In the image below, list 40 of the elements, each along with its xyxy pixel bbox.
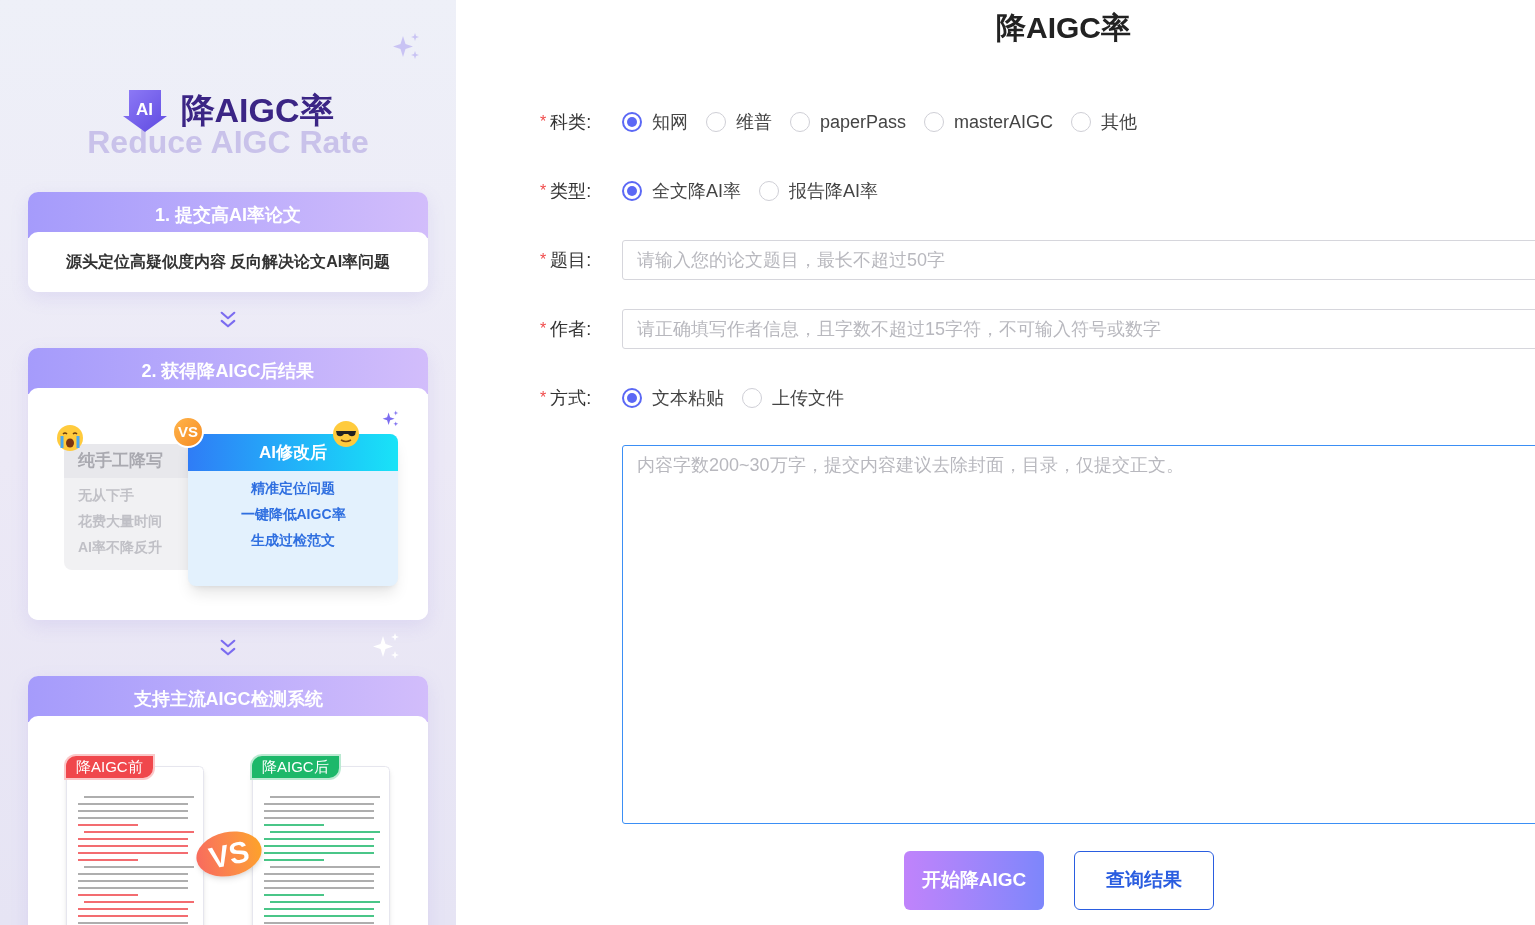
required-asterisk: * [540, 319, 547, 339]
radio-option[interactable]: 上传文件 [742, 384, 844, 412]
step-description: 源头定位高疑似度内容 反向解决论文AI率问题 [28, 232, 428, 292]
radio-option[interactable]: 其他 [1071, 108, 1138, 136]
ai-point: 精准定位问题 [250, 479, 336, 497]
radio-option[interactable]: 维普 [706, 108, 772, 136]
chevron-down-icon [219, 311, 237, 329]
radio-option[interactable]: masterAIGC [924, 108, 1054, 136]
field-label: 作者: [550, 317, 592, 341]
radio-option[interactable]: paperPass [790, 108, 907, 136]
radio-option[interactable]: 全文降AI率 [622, 177, 741, 205]
radio-option[interactable]: 文本粘贴 [622, 384, 724, 412]
sparkle-icon [382, 410, 400, 428]
required-asterisk: * [540, 112, 547, 132]
field-label: 方式: [550, 386, 592, 410]
required-asterisk: * [540, 181, 547, 201]
content-textarea[interactable]: 内容字数200~30万字，提交内容建议去除封面，目录，仅提交正文。 [622, 445, 1535, 824]
text-field[interactable]: 请正确填写作者信息，且字数不超过15字符，不可输入符号或数字 [622, 309, 1535, 349]
field-label: 题目: [550, 248, 592, 272]
radio-button[interactable] [622, 112, 642, 132]
radio-button[interactable] [622, 388, 642, 408]
radio-button[interactable] [622, 181, 642, 201]
radio-option[interactable]: 报告降AI率 [759, 177, 879, 205]
logo-icon: AI [122, 88, 167, 132]
sunglasses-emoji-icon [332, 420, 360, 448]
required-asterisk: * [540, 388, 547, 408]
text-field[interactable]: 请输入您的论文题目，最长不超过50字 [622, 240, 1535, 280]
field-label: 类型: [550, 179, 592, 203]
query-button[interactable]: 查询结果 [1074, 851, 1214, 910]
ai-point: 生成过检范文 [250, 531, 336, 549]
radio-option[interactable]: 知网 [622, 108, 688, 136]
crying-emoji-icon [56, 424, 84, 452]
document-tag: 降AIGC前 [64, 754, 155, 780]
document-tag: 降AIGC后 [250, 754, 341, 780]
required-asterisk: * [540, 250, 547, 270]
field-label: 科类: [550, 110, 592, 134]
chevron-down-icon [219, 639, 237, 657]
sidebar-title: 降AIGC率 [180, 93, 334, 127]
page-title: 降AIGC率 [996, 10, 1131, 46]
ai-point: 一键降低AIGC率 [239, 505, 347, 523]
